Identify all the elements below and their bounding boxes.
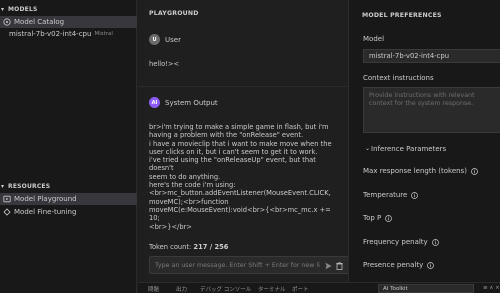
sidebar-item-model-finetuning[interactable]: Model Fine-tuning — [0, 206, 137, 218]
chevron-down-icon: ⌄ — [365, 145, 371, 152]
avatar: AI — [149, 97, 160, 108]
divider — [138, 86, 348, 87]
models-header-label: MODELS — [8, 5, 38, 13]
sidebar-item-label: Model Catalog — [14, 18, 65, 26]
tab-ports[interactable]: ポート — [292, 285, 309, 293]
sidebar-item-model[interactable]: mistral-7b-v02-int4-cpu Mistral — [0, 28, 137, 40]
user-message-header: U User — [149, 34, 181, 45]
param-label: Top P — [363, 214, 382, 222]
model-preferences-panel: MODEL PREFERENCES Model mistral-7b-v02-i… — [348, 0, 500, 282]
catalog-icon — [3, 18, 11, 26]
playground-icon — [3, 195, 11, 203]
model-select[interactable]: mistral-7b-v02-int4-cpu — [363, 49, 500, 63]
playground-panel: PLAYGROUND U User hello!>< AI System Out… — [138, 0, 349, 282]
app-window: ▾ MODELS Model Catalog mistral-7b-v02-in… — [0, 0, 500, 293]
sidebar-item-model-catalog[interactable]: Model Catalog — [0, 16, 137, 28]
token-count-label: Token count: — [149, 243, 192, 251]
param-top-p: Top P — [363, 214, 393, 222]
sidebar: ▾ MODELS Model Catalog mistral-7b-v02-in… — [0, 0, 137, 293]
system-message-line: i've tried using the "onReleaseUp" event… — [149, 156, 316, 173]
token-count: Token count: 217 / 256 — [149, 243, 228, 251]
param-frequency-penalty: Frequency penalty — [363, 238, 439, 246]
resources-header-label: RESOURCES — [8, 182, 51, 190]
info-icon[interactable] — [471, 167, 478, 175]
system-message-header: AI System Output — [149, 97, 218, 108]
panel-title: MODEL PREFERENCES — [362, 12, 442, 19]
models-section-header[interactable]: ▾ MODELS — [0, 3, 137, 15]
system-message-line: having a problem with the "onRelease" ev… — [149, 131, 304, 140]
bottom-panel-tabs: 問題 出力 デバッグ コンソール ターミナル ポート AI Toolkit ≡ … — [138, 282, 500, 293]
page-title: PLAYGROUND — [149, 10, 199, 17]
tab-terminal[interactable]: ターミナル — [258, 285, 286, 293]
info-icon[interactable] — [427, 261, 435, 269]
resources-section-header[interactable]: ▾ RESOURCES — [0, 180, 137, 192]
param-label: Max response length (tokens) — [363, 167, 467, 175]
sidebar-item-label: Model Playground — [14, 195, 77, 203]
input-tools — [324, 261, 343, 270]
model-provider: Mistral — [94, 31, 113, 37]
system-message-line: <br>}</br> — [149, 222, 192, 231]
param-presence-penalty: Presence penalty — [363, 261, 435, 269]
chevron-down-icon: ▾ — [1, 182, 5, 190]
inference-section-header[interactable]: ⌄ Inference Parameters — [365, 145, 447, 153]
chevron-down-icon: ▾ — [1, 5, 5, 13]
panel-actions-icon[interactable]: ≡ ∧ × — [483, 285, 500, 291]
avatar: U — [149, 34, 160, 45]
sidebar-item-label: Model Fine-tuning — [14, 208, 77, 216]
context-instructions-input[interactable] — [363, 87, 500, 133]
user-message-text: hello!>< — [149, 60, 180, 68]
chat-input-box[interactable] — [149, 256, 349, 274]
inference-header-label: Inference Parameters — [371, 145, 447, 153]
message-input[interactable] — [155, 261, 320, 269]
context-label: Context instructions — [363, 74, 434, 82]
sidebar-item-model-playground[interactable]: Model Playground — [0, 193, 137, 205]
finetuning-icon — [3, 208, 11, 216]
system-message-text: br>i'm trying to make a simple game in f… — [149, 123, 341, 231]
system-message-line: user clicks on it, but i can't seem to g… — [149, 147, 318, 156]
system-message-line: moveMC);<br>function — [149, 197, 229, 206]
info-icon[interactable] — [411, 191, 419, 199]
system-message-line: <br>mc_button.addEventListener(MouseEven… — [149, 189, 331, 198]
system-message-line: i have a movieclip that i want to make m… — [149, 139, 332, 148]
output-channel-select[interactable]: AI Toolkit — [378, 284, 474, 293]
system-message-line: here's the code i'm using: — [149, 181, 236, 190]
tab-problems[interactable]: 問題 — [148, 285, 159, 293]
info-icon[interactable] — [385, 214, 393, 222]
system-message-line: br>i'm trying to make a simple game in f… — [149, 123, 329, 131]
trash-icon[interactable] — [335, 261, 343, 270]
send-icon[interactable] — [324, 261, 332, 270]
output-channel-value: AI Toolkit — [383, 285, 408, 292]
tab-debug-console[interactable]: デバッグ コンソール — [200, 285, 251, 293]
model-label: Model — [363, 35, 385, 43]
tab-output[interactable]: 出力 — [176, 285, 187, 293]
param-max-response-length: Max response length (tokens) — [363, 167, 478, 175]
info-icon[interactable] — [431, 238, 439, 246]
model-name: mistral-7b-v02-int4-cpu — [9, 30, 92, 38]
system-message-line: moveMC(e:MouseEvent):void<br>{<br>mc_mc.… — [149, 205, 331, 223]
param-label: Frequency penalty — [363, 238, 428, 246]
user-role-label: User — [165, 35, 181, 44]
param-temperature: Temperature — [363, 191, 419, 199]
token-count-value: 217 / 256 — [193, 243, 229, 251]
param-label: Temperature — [363, 191, 408, 199]
param-label: Presence penalty — [363, 261, 424, 269]
system-message-line: seem to do anything. — [149, 172, 221, 181]
system-role-label: System Output — [165, 98, 218, 107]
